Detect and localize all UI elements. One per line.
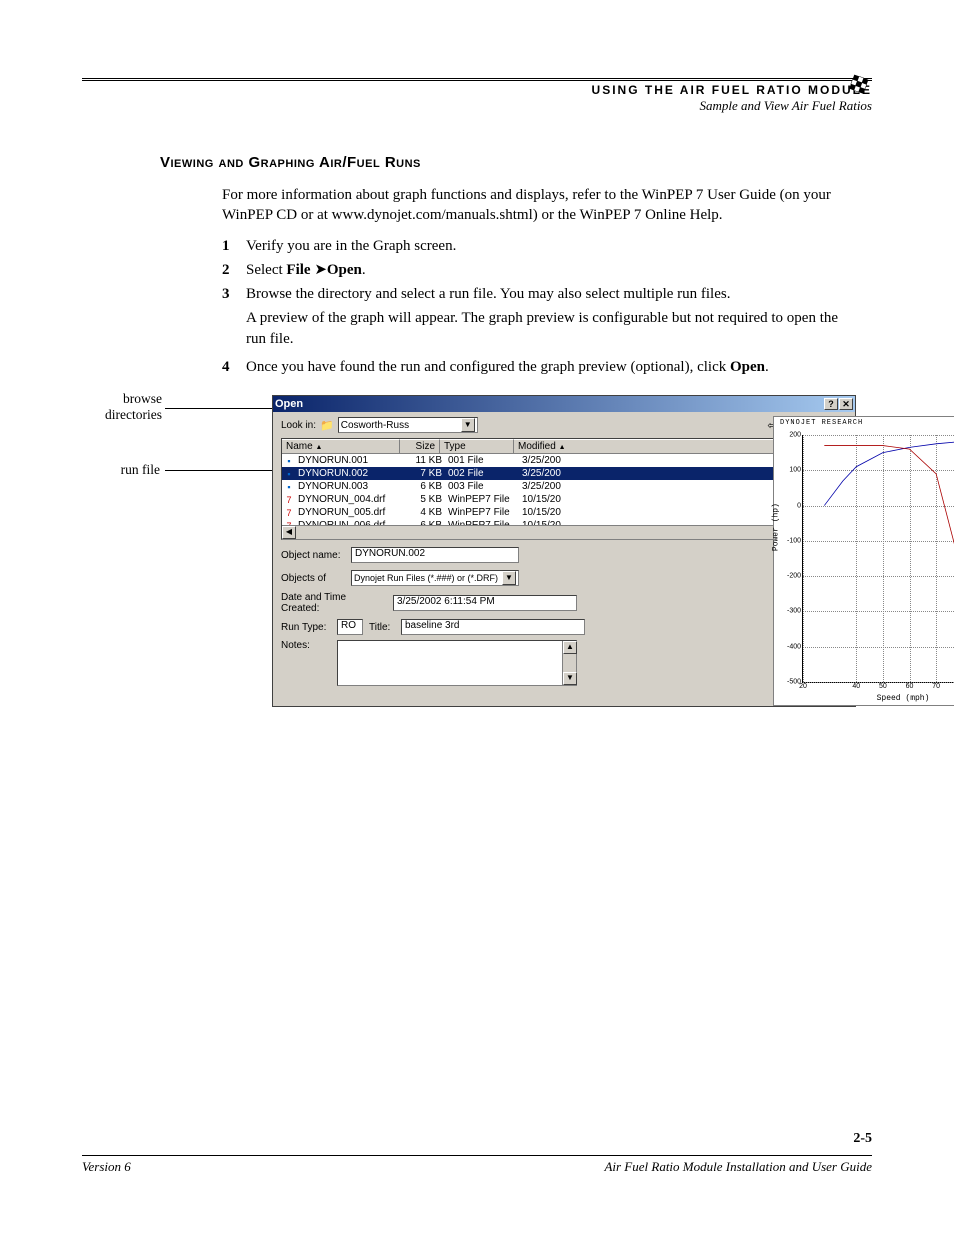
objects-of-label: Objects of	[281, 573, 345, 584]
header-rule	[82, 78, 872, 81]
col-size[interactable]: Size	[400, 439, 440, 453]
lookin-combo[interactable]: Cosworth-Russ ▼	[338, 417, 478, 433]
step-number: 4	[222, 357, 246, 377]
page-header: USING THE AIR FUEL RATIO MODULE Sample a…	[82, 83, 872, 114]
file-row[interactable]: ▪DYNORUN.0036 KB003 File3/25/200	[282, 480, 846, 493]
file-row[interactable]: ▪DYNORUN.00111 KB001 File3/25/200	[282, 454, 846, 467]
intro-paragraph: For more information about graph functio…	[222, 185, 840, 226]
step-number: 2	[222, 260, 246, 280]
col-type[interactable]: Type	[440, 439, 514, 453]
scroll-down-icon[interactable]: ▼	[563, 672, 577, 685]
object-name-input[interactable]: DYNORUN.002	[351, 547, 519, 563]
step-number: 1	[222, 236, 246, 256]
step-text: Once you have found the run and configur…	[246, 357, 840, 377]
callout-line	[165, 470, 280, 471]
figure-2-5: browse directories run file graph previe…	[90, 395, 950, 409]
objects-of-combo[interactable]: Dynojet Run Files (*.###) or (*.DRF) ▼	[351, 570, 519, 586]
step-number: 3	[222, 284, 246, 304]
title-label: Title:	[369, 622, 395, 633]
lookin-value: Cosworth-Russ	[341, 420, 409, 431]
y-axis-label: Power (hp)	[772, 503, 781, 551]
datetime-label: Date and Time Created:	[281, 592, 387, 614]
callout-browse-dirs: browse directories	[82, 391, 162, 423]
header-subtitle: Sample and View Air Fuel Ratios	[82, 98, 872, 114]
object-name-label: Object name:	[281, 550, 345, 561]
footer-version: Version 6	[82, 1159, 131, 1175]
checkered-flag-icon	[844, 73, 874, 103]
step-text: Verify you are in the Graph screen.	[246, 236, 840, 256]
step-1: 1 Verify you are in the Graph screen.	[222, 236, 840, 256]
lookin-label: Look in:	[281, 420, 316, 431]
page-number: 2-5	[853, 1131, 872, 1147]
runtype-input[interactable]: RO	[337, 619, 363, 635]
callout-run-file: run file	[100, 462, 160, 478]
help-button[interactable]: ?	[824, 398, 838, 410]
chevron-down-icon[interactable]: ▼	[461, 418, 475, 432]
file-list[interactable]: Name ▲ Size Type Modified ▲ ▪DYNORUN.001…	[281, 438, 847, 540]
step-3: 3 Browse the directory and select a run …	[222, 284, 840, 304]
close-button[interactable]: ✕	[839, 398, 853, 410]
file-list-header: Name ▲ Size Type Modified ▲	[282, 439, 846, 454]
title-input[interactable]: baseline 3rd	[401, 619, 585, 635]
footer-doc-title: Air Fuel Ratio Module Installation and U…	[604, 1159, 872, 1175]
graph-header: DYNOJET RESEARCH CF: SAE Smoothing: 4	[774, 417, 954, 429]
dialog-title: Open	[275, 398, 303, 410]
lookin-row: Look in: 📁 Cosworth-Russ ▼ ⇦ 📁 📂 ▦▾	[273, 412, 855, 438]
col-name[interactable]: Name ▲	[282, 439, 400, 453]
x-axis-label: Speed (mph)	[877, 694, 930, 703]
dialog-titlebar[interactable]: Open ? ✕	[273, 396, 855, 412]
datetime-input[interactable]: 3/25/2002 6:11:54 PM	[393, 595, 577, 611]
open-dialog: Open ? ✕ Look in: 📁 Cosworth-Russ ▼ ⇦ 📁 …	[272, 395, 856, 707]
step-4: 4 Once you have found the run and config…	[222, 357, 840, 377]
header-title: USING THE AIR FUEL RATIO MODULE	[82, 83, 872, 97]
file-row[interactable]: 7DYNORUN_004.drf5 KBWinPEP7 File10/15/20	[282, 493, 846, 506]
file-row[interactable]: ▪DYNORUN.0027 KB002 File3/25/200	[282, 467, 846, 480]
chevron-down-icon[interactable]: ▼	[502, 571, 516, 585]
graph-preview-panel: DYNOJET RESEARCH CF: SAE Smoothing: 4 Po…	[773, 416, 954, 706]
graph-title: DYNOJET RESEARCH	[780, 419, 863, 427]
step-text: Select File ➤Open.	[246, 260, 840, 280]
section-title: Viewing and Graphing Air/Fuel Runs	[160, 154, 840, 171]
notes-label: Notes:	[281, 640, 331, 651]
scroll-left-icon[interactable]: ◀	[282, 526, 296, 539]
file-row[interactable]: 7DYNORUN_005.drf4 KBWinPEP7 File10/15/20	[282, 506, 846, 519]
page-footer: Version 6 Air Fuel Ratio Module Installa…	[82, 1155, 872, 1175]
notes-scrollbar[interactable]: ▲ ▼	[562, 641, 576, 685]
runtype-label: Run Type:	[281, 622, 331, 633]
callout-line	[165, 408, 280, 409]
folder-icon: 📁	[320, 419, 334, 432]
scroll-up-icon[interactable]: ▲	[563, 641, 577, 654]
step-text: Browse the directory and select a run fi…	[246, 284, 840, 304]
horizontal-scrollbar[interactable]: ◀ ▶	[282, 525, 832, 539]
notes-textarea[interactable]: ▲ ▼	[337, 640, 577, 686]
step-2: 2 Select File ➤Open.	[222, 260, 840, 280]
step-3-sub: A preview of the graph will appear. The …	[246, 308, 840, 349]
dialog-form: Object name: DYNORUN.002 Open Objects of…	[273, 540, 855, 697]
plot-area: 20405060708090100-500-400-300-200-100010…	[802, 435, 954, 683]
